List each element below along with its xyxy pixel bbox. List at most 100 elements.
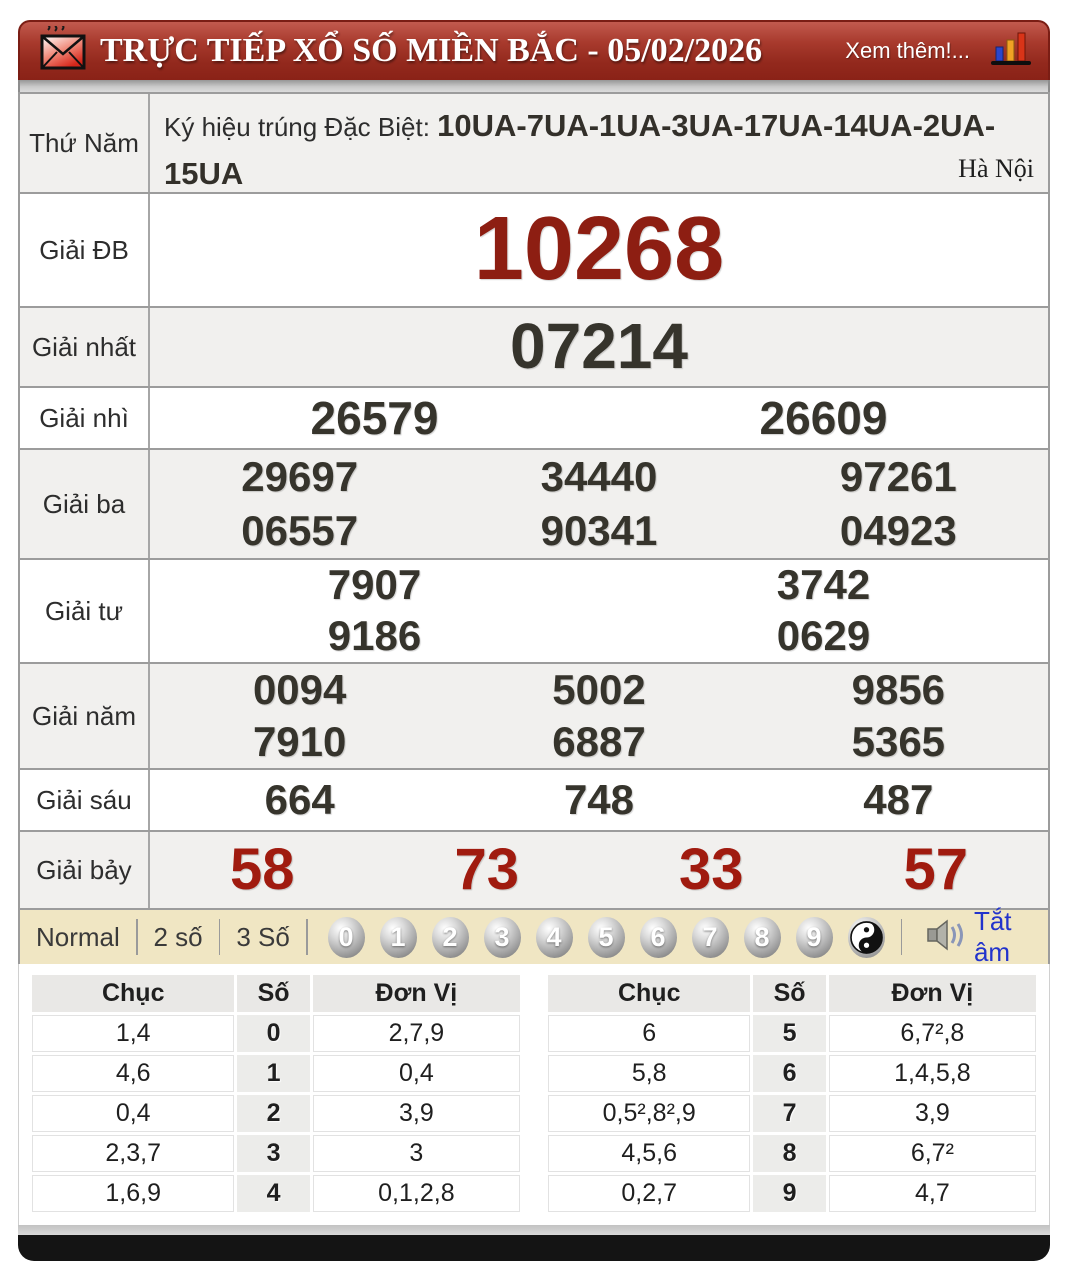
col-header-units: Đơn Vị	[313, 975, 520, 1012]
prize-number: 97261	[840, 453, 957, 501]
mode-3-digits-button[interactable]: 3 Số	[236, 922, 290, 953]
col-header-tens: Chục	[32, 975, 234, 1012]
yin-yang-icon[interactable]	[848, 917, 885, 958]
separator	[901, 919, 902, 955]
col-header-digit: Số	[237, 975, 309, 1012]
prize-number: 3742	[777, 561, 870, 609]
units-cell: 0,1,2,8	[313, 1175, 520, 1212]
tens-cell: 1,4	[32, 1015, 234, 1052]
tens-cell: 1,6,9	[32, 1175, 234, 1212]
prize-number: 9856	[852, 666, 945, 714]
special-prize-number: 10268	[474, 198, 724, 302]
toolbar: Normal 2 số 3 Số 0 1 2 3 4 5 6 7 8 9	[18, 908, 1050, 964]
bar-chart-icon[interactable]	[988, 29, 1034, 74]
prize-number: 58	[230, 837, 295, 904]
digit-cell: 0	[237, 1015, 309, 1052]
ball-9[interactable]: 9	[796, 917, 833, 958]
header-bar: TRỰC TIẾP XỔ SỐ MIỀN BẮC - 05/02/2026 Xe…	[18, 20, 1050, 80]
region-label: Hà Nội	[958, 155, 1034, 184]
digit-cell: 6	[753, 1055, 825, 1092]
prize-number: 9186	[328, 612, 421, 660]
prize-label: Giải sáu	[20, 770, 150, 830]
table-row: 5,8 6 1,4,5,8	[548, 1055, 1036, 1092]
summary-table-left: Chục Số Đơn Vị 1,4 0 2,7,9 4,6 1 0,4 0,4…	[29, 972, 523, 1215]
ball-4[interactable]: 4	[536, 917, 573, 958]
footer-bevel	[18, 1225, 1050, 1235]
see-more-link[interactable]: Xem thêm!...	[845, 38, 970, 64]
prize-label: Giải năm	[20, 664, 150, 768]
envelope-icon	[40, 26, 86, 77]
table-row: 6 5 6,7²,8	[548, 1015, 1036, 1052]
digit-cell: 5	[753, 1015, 825, 1052]
summary-table-right: Chục Số Đơn Vị 6 5 6,7²,8 5,8 6 1,4,5,8 …	[545, 972, 1039, 1215]
prize-number: 06557	[241, 507, 358, 555]
lottery-widget: TRỰC TIẾP XỔ SỐ MIỀN BẮC - 05/02/2026 Xe…	[18, 20, 1050, 1261]
row-special-prize: Giải ĐB 10268	[20, 192, 1048, 306]
col-header-units: Đơn Vị	[829, 975, 1036, 1012]
prize-number: 487	[863, 776, 933, 824]
table-row: 2,3,7 3 3	[32, 1135, 520, 1172]
prize-number: 90341	[541, 507, 658, 555]
sign-content: Ký hiệu trúng Đặc Biệt: 10UA-7UA-1UA-3UA…	[150, 94, 1048, 192]
prize-number: 57	[903, 837, 968, 904]
table-header-row: Chục Số Đơn Vị	[548, 975, 1036, 1012]
table-row: 1,4 0 2,7,9	[32, 1015, 520, 1052]
ball-5[interactable]: 5	[588, 917, 625, 958]
separator	[219, 919, 221, 955]
prize-number: 5002	[552, 666, 645, 714]
digit-balls: 0 1 2 3 4 5 6 7 8 9	[328, 917, 885, 958]
ball-2[interactable]: 2	[432, 917, 469, 958]
col-header-digit: Số	[753, 975, 825, 1012]
ball-8[interactable]: 8	[744, 917, 781, 958]
prize-number: 0094	[253, 666, 346, 714]
row-second-prize: Giải nhì 26579 26609	[20, 386, 1048, 448]
ball-6[interactable]: 6	[640, 917, 677, 958]
prize-number: 7910	[253, 718, 346, 766]
header-bevel	[18, 80, 1050, 92]
ball-3[interactable]: 3	[484, 917, 521, 958]
tens-cell: 2,3,7	[32, 1135, 234, 1172]
digit-cell: 3	[237, 1135, 309, 1172]
tens-cell: 0,4	[32, 1095, 234, 1132]
ball-0[interactable]: 0	[328, 917, 365, 958]
results-table: Thứ Năm Ký hiệu trúng Đặc Biệt: 10UA-7UA…	[18, 92, 1050, 908]
prize-number: 29697	[241, 453, 358, 501]
row-fourth-prize: Giải tư 7907 3742 9186 0629	[20, 558, 1048, 662]
table-row: 4,6 1 0,4	[32, 1055, 520, 1092]
tens-cell: 4,5,6	[548, 1135, 750, 1172]
digit-cell: 8	[753, 1135, 825, 1172]
separator	[136, 919, 138, 955]
row-first-prize: Giải nhất 07214	[20, 306, 1048, 386]
table-row: 1,6,9 4 0,1,2,8	[32, 1175, 520, 1212]
table-row: 0,4 2 3,9	[32, 1095, 520, 1132]
digit-cell: 2	[237, 1095, 309, 1132]
ball-1[interactable]: 1	[380, 917, 417, 958]
row-sixth-prize: Giải sáu 664 748 487	[20, 768, 1048, 830]
row-sign: Thứ Năm Ký hiệu trúng Đặc Biệt: 10UA-7UA…	[20, 92, 1048, 192]
prize-number: 664	[265, 776, 335, 824]
footer-bar	[18, 1235, 1050, 1261]
prize-number: 73	[454, 837, 519, 904]
prize-label: Giải bảy	[20, 832, 150, 908]
mute-button[interactable]: Tắt âm	[885, 906, 1030, 968]
mode-2-digits-button[interactable]: 2 số	[154, 922, 203, 953]
units-cell: 2,7,9	[313, 1015, 520, 1052]
prize-number: 7907	[328, 561, 421, 609]
prize-number: 26579	[311, 392, 439, 445]
prize-number: 07214	[510, 310, 688, 384]
tens-cell: 0,2,7	[548, 1175, 750, 1212]
units-cell: 1,4,5,8	[829, 1055, 1036, 1092]
prize-number: 04923	[840, 507, 957, 555]
digit-cell: 9	[753, 1175, 825, 1212]
tens-cell: 6	[548, 1015, 750, 1052]
table-header-row: Chục Số Đơn Vị	[32, 975, 520, 1012]
units-cell: 4,7	[829, 1175, 1036, 1212]
row-third-prize: Giải ba 29697 34440 97261 06557 90341 04…	[20, 448, 1048, 558]
ball-7[interactable]: 7	[692, 917, 729, 958]
speaker-icon	[926, 919, 966, 956]
digit-cell: 1	[237, 1055, 309, 1092]
units-cell: 0,4	[313, 1055, 520, 1092]
prize-label: Giải nhất	[20, 308, 150, 386]
separator	[306, 919, 308, 955]
mode-normal-button[interactable]: Normal	[36, 922, 120, 953]
